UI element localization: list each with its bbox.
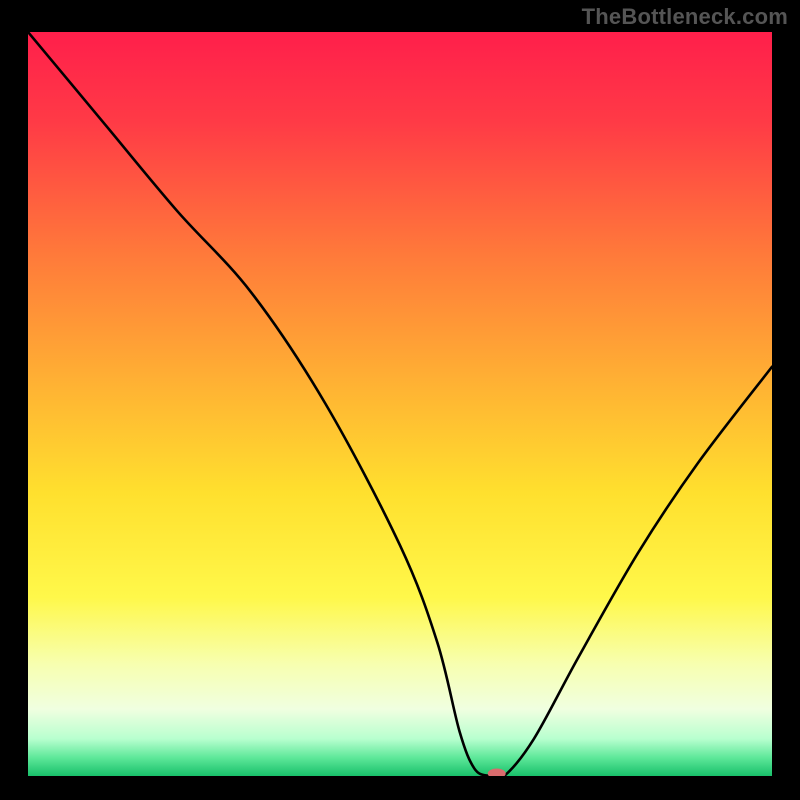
plot-area — [28, 32, 772, 776]
chart-frame: TheBottleneck.com — [0, 0, 800, 800]
watermark-text: TheBottleneck.com — [582, 4, 788, 30]
gradient-background — [28, 32, 772, 776]
chart-svg — [28, 32, 772, 776]
